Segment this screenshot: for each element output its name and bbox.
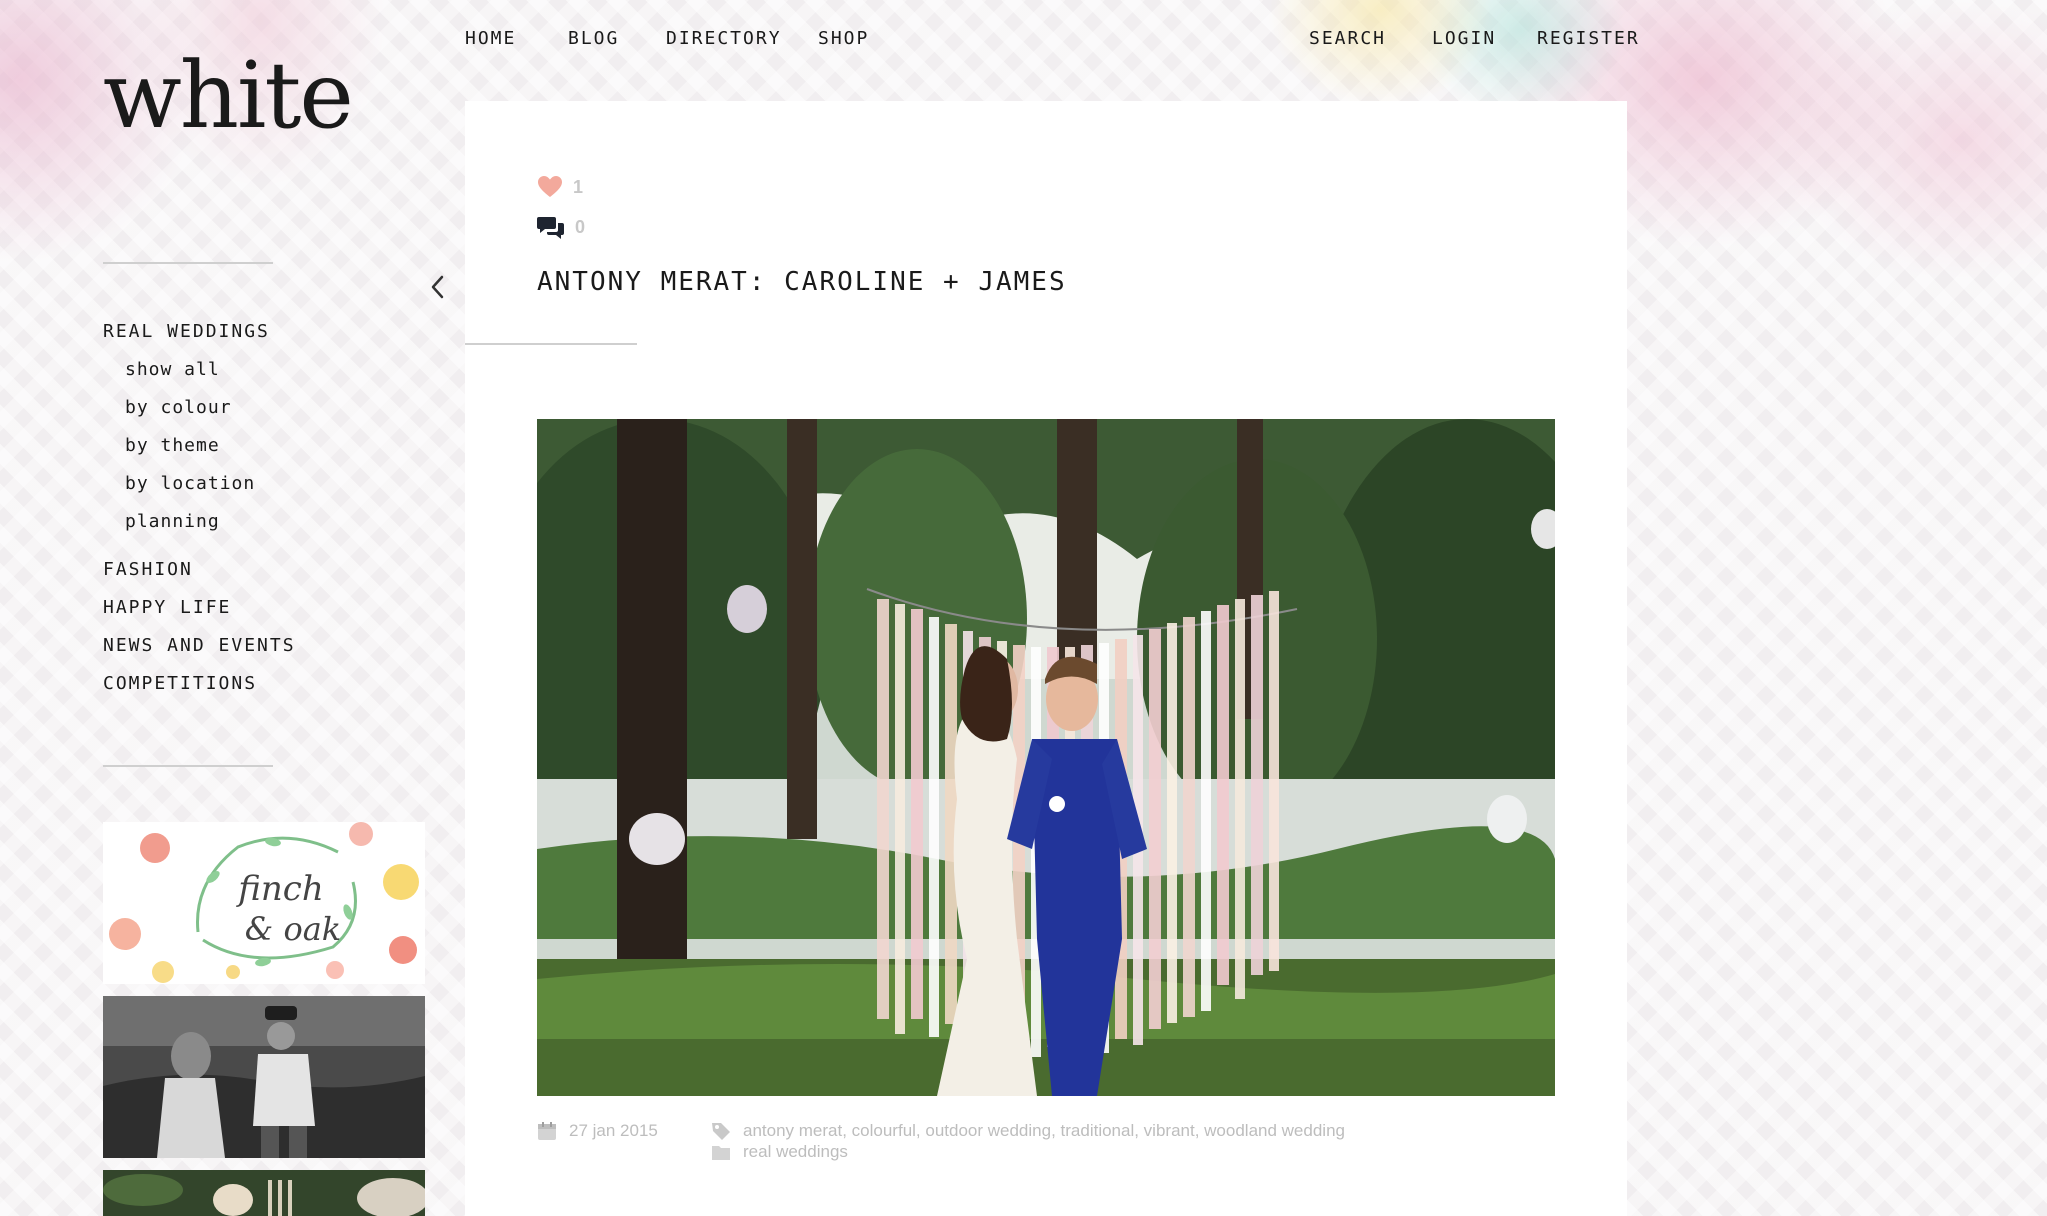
comment-count: 0 <box>575 216 586 237</box>
sidebar-thumb-table[interactable] <box>103 1170 425 1216</box>
comment-bubbles-icon[interactable] <box>537 214 565 240</box>
sidebar-divider-top <box>103 262 273 264</box>
couple-photo <box>103 996 425 1158</box>
sidebar-group-real-weddings: REAL WEDDINGS show all by colour by them… <box>103 322 296 532</box>
finch-text: finch <box>235 869 324 909</box>
folder-icon <box>712 1146 730 1160</box>
sidebar-item-real-weddings[interactable]: REAL WEDDINGS <box>103 322 296 342</box>
sidebar-subitem-planning[interactable]: planning <box>125 512 296 532</box>
sidebar-item-fashion[interactable]: FASHION <box>103 560 296 580</box>
post-date: 27 jan 2015 <box>537 1121 658 1141</box>
sidebar-subitem-by-theme[interactable]: by theme <box>125 436 296 456</box>
sidebar-subitem-by-colour[interactable]: by colour <box>125 398 296 418</box>
comment-counter[interactable]: 0 <box>537 214 585 240</box>
sidebar-subitem-by-location[interactable]: by location <box>125 474 296 494</box>
heart-icon[interactable] <box>537 175 563 199</box>
like-count: 1 <box>573 176 584 197</box>
sidebar-thumb-couple-bw[interactable] <box>103 996 425 1158</box>
nav-directory[interactable]: DIRECTORY <box>666 28 782 49</box>
post-title[interactable]: ANTONY MERAT: CAROLINE + JAMES <box>537 267 1067 297</box>
table-photo <box>103 1170 425 1216</box>
title-divider <box>465 343 637 345</box>
post-category-text[interactable]: real weddings <box>743 1142 848 1162</box>
calendar-icon <box>538 1122 556 1140</box>
post-hero-image[interactable] <box>537 419 1555 1096</box>
chevron-left-icon[interactable] <box>428 273 448 301</box>
like-counter[interactable]: 1 <box>537 175 583 199</box>
post-panel: 1 0 ANTONY MERAT: CAROLINE + JAMES 27 ja… <box>465 101 1627 1216</box>
site-logo[interactable]: white <box>103 50 354 142</box>
post-tags-text[interactable]: antony merat, colourful, outdoor wedding… <box>743 1121 1345 1141</box>
post-tags: antony merat, colourful, outdoor wedding… <box>711 1121 1345 1141</box>
sidebar-item-competitions[interactable]: COMPETITIONS <box>103 674 296 694</box>
wedding-photo <box>537 419 1555 1096</box>
sidebar-item-happy-life[interactable]: HAPPY LIFE <box>103 598 296 618</box>
sidebar-divider-bottom <box>103 765 273 767</box>
floral-illustration: finch & oak <box>109 822 419 983</box>
sidebar-nav: REAL WEDDINGS show all by colour by them… <box>103 322 296 712</box>
post-date-text: 27 jan 2015 <box>569 1121 658 1140</box>
nav-home[interactable]: HOME <box>465 28 516 49</box>
oak-text: & oak <box>245 910 341 948</box>
nav-login[interactable]: LOGIN <box>1432 28 1496 49</box>
nav-search[interactable]: SEARCH <box>1309 28 1386 49</box>
sidebar-ad-finch-and-oak[interactable]: finch & oak <box>103 822 425 984</box>
sidebar-item-news-and-events[interactable]: NEWS AND EVENTS <box>103 636 296 656</box>
nav-shop[interactable]: SHOP <box>818 28 869 49</box>
nav-blog[interactable]: BLOG <box>568 28 619 49</box>
tag-icon <box>712 1123 730 1140</box>
post-category: real weddings <box>711 1142 848 1162</box>
sidebar-subitem-show-all[interactable]: show all <box>125 360 296 380</box>
nav-register[interactable]: REGISTER <box>1537 28 1640 49</box>
